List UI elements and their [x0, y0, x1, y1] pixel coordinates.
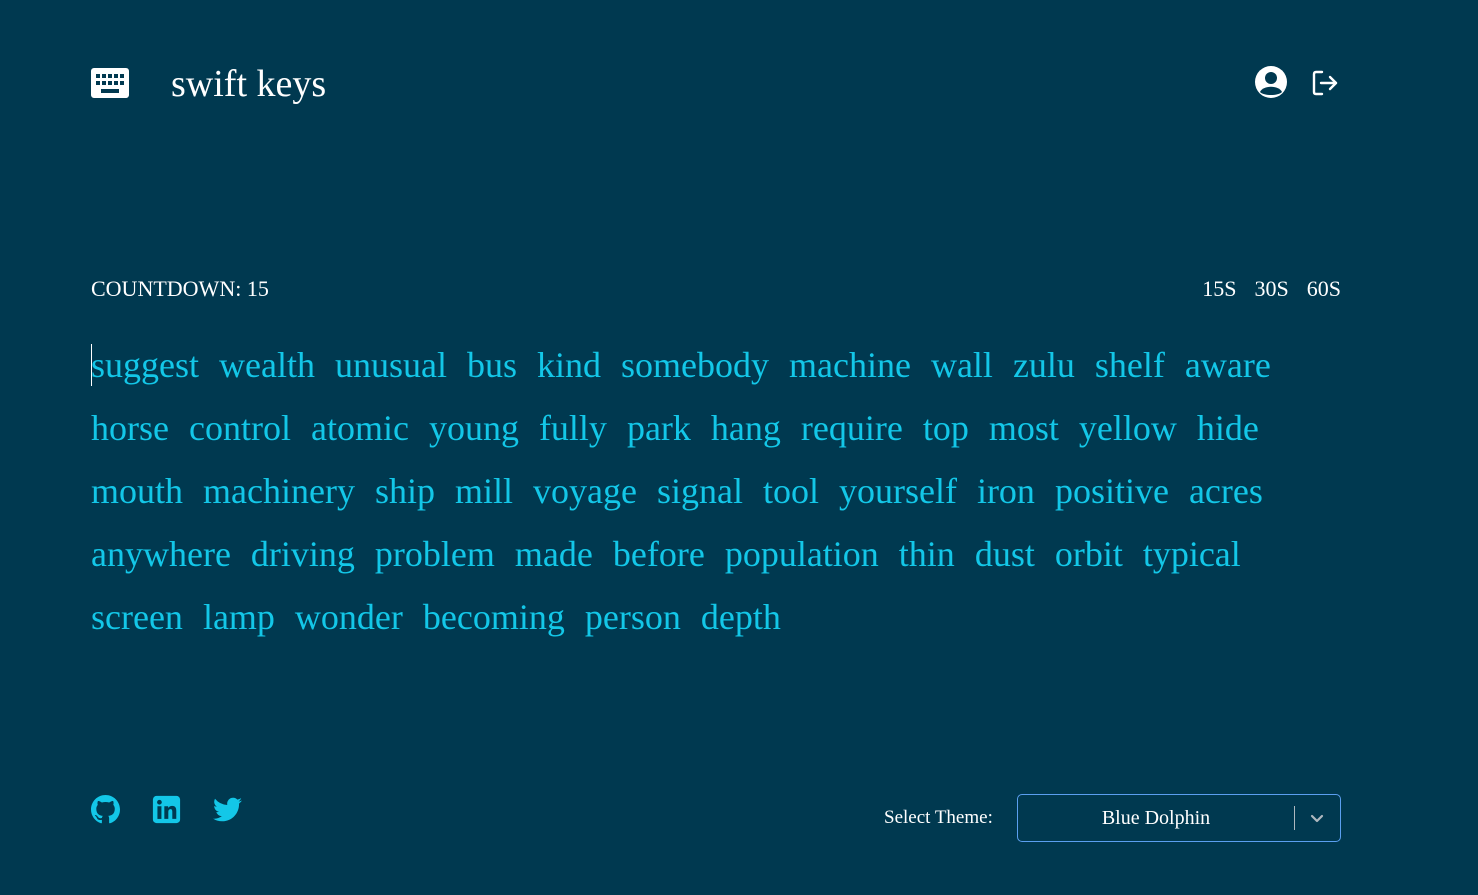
- linkedin-icon[interactable]: [152, 795, 181, 824]
- typing-words-area[interactable]: suggest wealth unusual bus kind somebody machi…: [91, 334, 1341, 649]
- duration-selector: 15S 30S 60S: [1202, 276, 1341, 302]
- typing-word: top: [922, 408, 969, 448]
- typing-word: hang: [710, 408, 781, 448]
- user-circle-icon[interactable]: [1254, 65, 1288, 99]
- typing-word: population: [724, 534, 879, 574]
- typing-word: made: [514, 534, 593, 574]
- typing-word: wealth: [219, 345, 315, 385]
- typing-word: screen: [91, 597, 183, 637]
- typing-word: machine: [789, 345, 911, 385]
- typing-word: bus: [466, 345, 517, 385]
- typing-word: shelf: [1094, 345, 1165, 385]
- theme-selected-value: Blue Dolphin: [1101, 807, 1211, 829]
- keyboard-icon[interactable]: [91, 68, 129, 98]
- duration-15s-button[interactable]: 15S: [1202, 276, 1236, 302]
- theme-select-label: Select Theme:: [884, 807, 993, 828]
- typing-word: suggest: [91, 345, 199, 385]
- typing-word: most: [988, 408, 1059, 448]
- twitter-icon[interactable]: [213, 795, 242, 824]
- typing-word: wonder: [294, 597, 403, 637]
- typing-word: young: [428, 408, 519, 448]
- github-icon[interactable]: [91, 795, 120, 824]
- typing-word: iron: [976, 471, 1035, 511]
- countdown-label: COUNTDOWN: 15: [91, 276, 269, 301]
- duration-30s-button[interactable]: 30S: [1255, 276, 1289, 302]
- logout-icon[interactable]: [1311, 69, 1339, 97]
- typing-word: voyage: [532, 471, 637, 511]
- typing-word: hide: [1196, 408, 1259, 448]
- typing-word: ship: [374, 471, 435, 511]
- typing-word: thin: [898, 534, 955, 574]
- typing-word: control: [188, 408, 291, 448]
- typing-word: driving: [250, 534, 355, 574]
- typing-word: park: [626, 408, 691, 448]
- typing-caret: [91, 344, 92, 386]
- typing-word: wall: [930, 345, 993, 385]
- dropdown-separator: [1294, 806, 1295, 830]
- social-links: [91, 795, 242, 824]
- typing-word: becoming: [422, 597, 565, 637]
- typing-word: mill: [454, 471, 513, 511]
- typing-word: lamp: [202, 597, 275, 637]
- typing-word: anywhere: [91, 534, 231, 574]
- typing-word: yellow: [1078, 408, 1177, 448]
- typing-word: person: [584, 597, 681, 637]
- typing-word: typical: [1142, 534, 1241, 574]
- typing-word: problem: [374, 534, 495, 574]
- typing-word: aware: [1184, 345, 1271, 385]
- typing-word: tool: [762, 471, 819, 511]
- typing-word: yourself: [838, 471, 957, 511]
- header: swift keys: [91, 60, 1341, 110]
- typing-word: zulu: [1012, 345, 1075, 385]
- typing-word: kind: [536, 345, 601, 385]
- typing-word: before: [612, 534, 705, 574]
- typing-word: fully: [538, 408, 607, 448]
- typing-word: positive: [1054, 471, 1169, 511]
- theme-select-dropdown[interactable]: Blue Dolphin: [1017, 794, 1341, 842]
- typing-word: atomic: [310, 408, 409, 448]
- chevron-down-icon[interactable]: [1308, 809, 1326, 827]
- typing-word: somebody: [621, 345, 769, 385]
- app-title: swift keys: [171, 63, 327, 105]
- typing-word: horse: [91, 408, 169, 448]
- typing-word: signal: [656, 471, 743, 511]
- duration-60s-button[interactable]: 60S: [1307, 276, 1341, 302]
- typing-word: unusual: [334, 345, 447, 385]
- typing-word: dust: [974, 534, 1035, 574]
- typing-word: machinery: [203, 471, 355, 511]
- typing-word: require: [800, 408, 903, 448]
- typing-word: depth: [700, 597, 781, 637]
- typing-word: orbit: [1054, 534, 1123, 574]
- test-controls: COUNTDOWN: 15 15S 30S 60S: [91, 276, 1341, 304]
- typing-word: acres: [1188, 471, 1263, 511]
- typing-word: mouth: [91, 471, 184, 511]
